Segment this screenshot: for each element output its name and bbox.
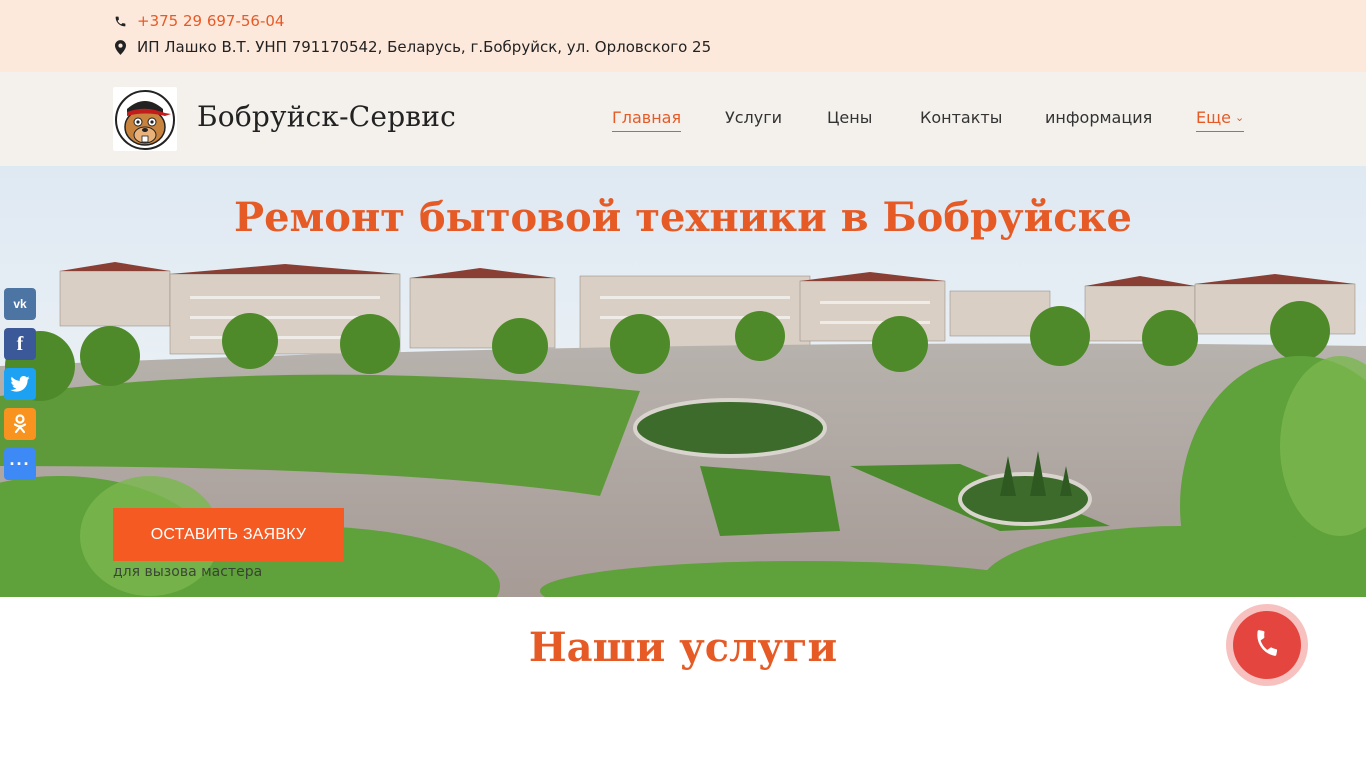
nav-item-more[interactable]: Еще ⌄: [1196, 108, 1245, 132]
map-marker-icon: [113, 39, 127, 55]
odnoklassniki-icon[interactable]: [4, 408, 36, 440]
more-share-icon[interactable]: ···: [4, 448, 36, 480]
nav-item-contacts[interactable]: Контакты: [920, 108, 1002, 127]
address-row: ИП Лашко В.Т. УНП 791170542, Беларусь, г…: [113, 38, 711, 56]
contact-bar: +375 29 697-56-04 ИП Лашко В.Т. УНП 7911…: [0, 0, 1366, 72]
vk-icon[interactable]: vk: [4, 288, 36, 320]
leave-request-button[interactable]: ОСТАВИТЬ ЗАЯВКУ: [113, 508, 344, 561]
main-nav: Главная Услуги Цены Контакты информация …: [0, 108, 1366, 138]
phone-call-icon: [1252, 628, 1282, 662]
services-heading: Наши услуги: [528, 624, 838, 671]
nav-item-prices[interactable]: Цены: [827, 108, 872, 127]
facebook-icon[interactable]: f: [4, 328, 36, 360]
phone-icon: [113, 13, 127, 29]
phone-link[interactable]: +375 29 697-56-04: [137, 12, 284, 30]
cta-subtitle: для вызова мастера: [113, 564, 263, 580]
hero-banner: Ремонт бытовой техники в Бобруйске ОСТАВ…: [0, 166, 1366, 597]
twitter-icon[interactable]: [4, 368, 36, 400]
nav-item-more-label: Еще: [1196, 108, 1232, 127]
phone-row: +375 29 697-56-04: [113, 12, 284, 30]
nav-item-information[interactable]: информация: [1045, 108, 1152, 127]
nav-item-services[interactable]: Услуги: [725, 108, 782, 127]
social-share-bar: vk f ···: [4, 288, 36, 488]
call-button[interactable]: [1233, 611, 1301, 679]
site-header: Бобруйск-Сервис Главная Услуги Цены Конт…: [0, 72, 1366, 166]
address-text: ИП Лашко В.Т. УНП 791170542, Беларусь, г…: [137, 38, 712, 56]
hero-title: Ремонт бытовой техники в Бобруйске: [234, 194, 1132, 241]
nav-item-home[interactable]: Главная: [612, 108, 682, 132]
chevron-down-icon: ⌄: [1235, 111, 1245, 124]
